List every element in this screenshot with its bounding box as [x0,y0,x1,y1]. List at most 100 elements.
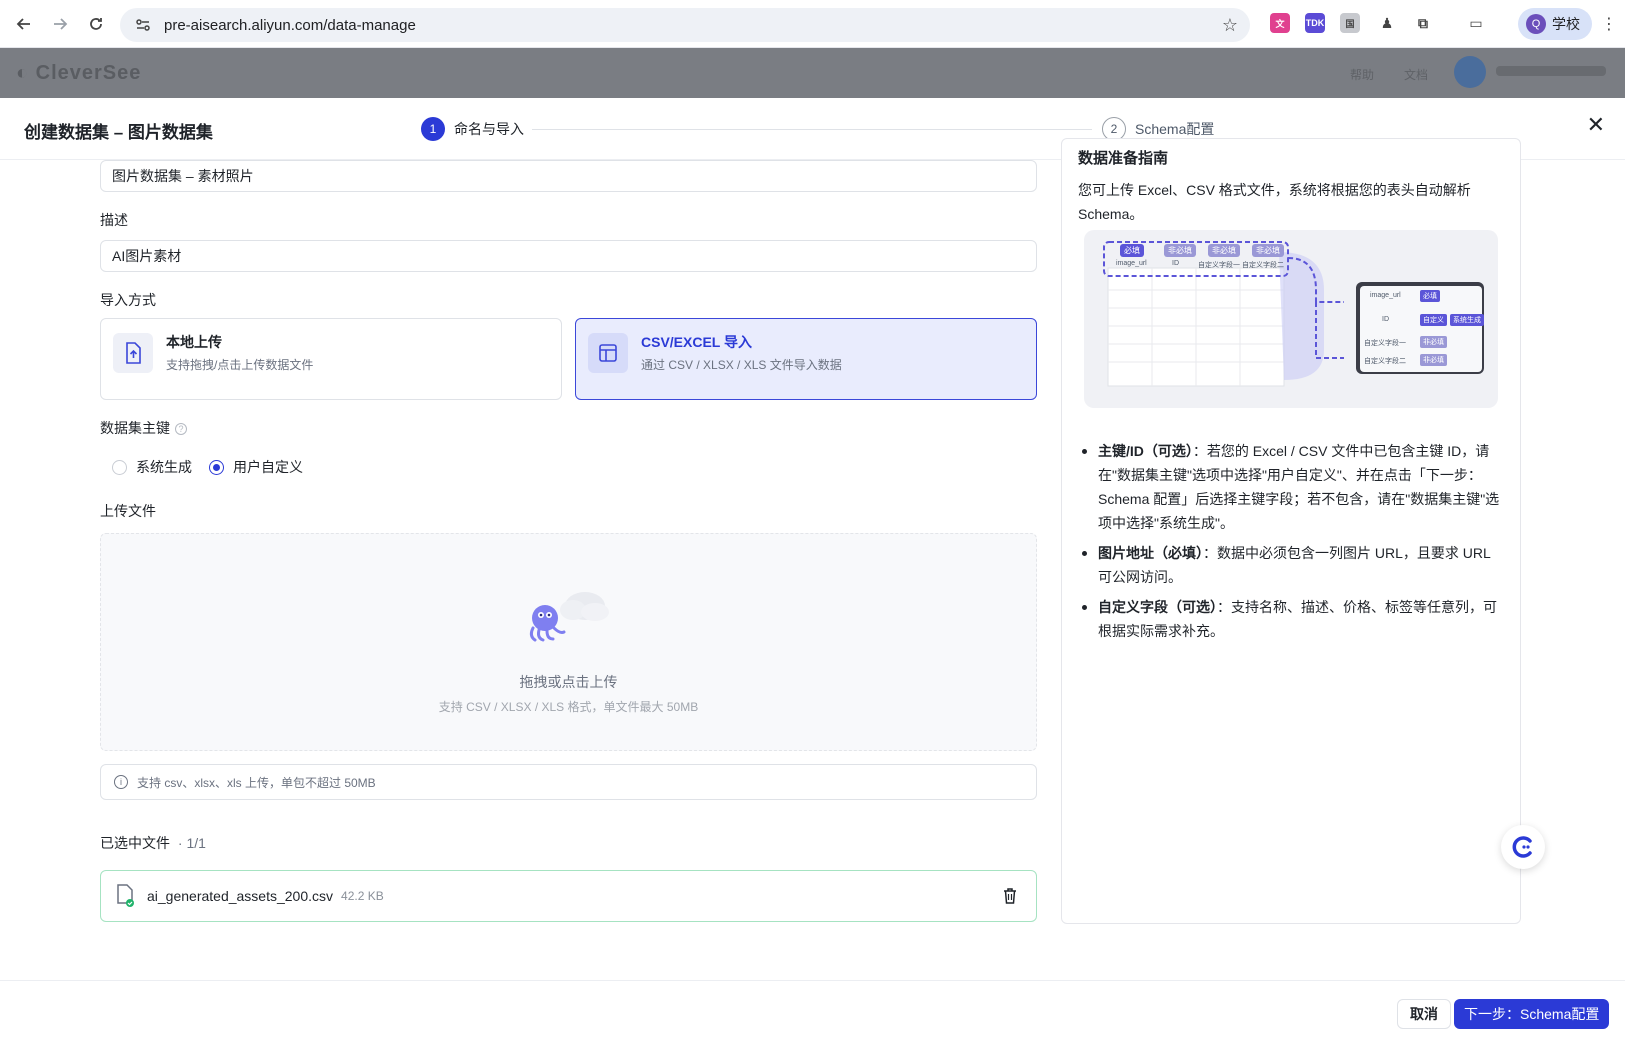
diagram-col-image-url: image_url [1116,260,1147,267]
reload-icon[interactable] [82,10,110,38]
diagram-col-custom-2: 自定义字段二 [1242,262,1284,269]
import-option-csv-title: CSV/EXCEL 导入 [641,334,752,350]
tab-search-icon[interactable]: ▭ [1466,13,1486,33]
next-step-button[interactable]: 下一步：Schema配置 [1454,999,1610,1029]
step-1: 1 命名与导入 [421,117,524,141]
radio-system-label: 系统生成 [136,459,192,475]
dropzone-main-text: 拖拽或点击上传 [519,674,618,690]
profile-chip[interactable]: Q 学校 [1518,8,1592,40]
selected-file-row: ai_generated_assets_200.csv 42.2 KB [100,870,1037,922]
import-option-local-desc: 支持拖拽/点击上传数据文件 [166,358,314,372]
selected-files-label: 已选中文件 · 1/1 [100,833,206,853]
app-user-name [1496,66,1606,76]
description-value: AI图片素材 [112,248,182,264]
radio-dot-system[interactable] [112,459,127,475]
import-option-csv-excel[interactable]: CSV/EXCEL 导入 通过 CSV / XLSX / XLS 文件导入数据 [575,318,1037,400]
diagram-tag-optional-2: 非必填 [1208,244,1240,257]
extensions-puzzle-icon[interactable]: ⧉ [1413,13,1433,33]
import-method-label: 导入方式 [100,292,156,308]
guide-item-1-title: 主键/ID（可选） [1098,443,1193,459]
diagram-right-tag-system: 系统生成 [1450,314,1484,326]
guide-list: 主键/ID（可选）：若您的 Excel / CSV 文件中已包含主键 ID，请在… [1078,439,1508,649]
reader-extension-icon[interactable]: 国 [1340,13,1360,33]
primary-key-label: 数据集主键? [100,418,187,438]
diagram-right-row-4: 自定义字段二 [1364,358,1406,365]
delete-file-icon[interactable] [1002,887,1018,905]
primary-key-label-text: 数据集主键 [100,420,170,436]
diagram-right-row-2: ID [1382,316,1389,323]
description-input[interactable]: AI图片素材 [100,240,1037,272]
create-dataset-modal: 创建数据集 – 图片数据集 1 命名与导入 2 Schema配置 ✕ 图片数据集… [0,98,1625,1042]
ai-assistant-icon[interactable] [1501,825,1545,869]
diagram-right-tag-3: 非必填 [1420,336,1447,348]
diagram-tag-required: 必填 [1120,244,1144,257]
translate-extension-icon[interactable]: 文 [1270,13,1290,33]
help-icon[interactable]: ? [175,423,187,436]
app-header-link-1: 帮助 [1350,68,1375,82]
diagram-right-row-1: image_url [1370,292,1401,299]
user-extension-icon[interactable]: ♟ [1377,13,1397,33]
guide-intro: 您可上传 Excel、CSV 格式文件，系统将根据您的表头自动解析 Schema… [1078,182,1471,222]
diagram-col-id: ID [1172,260,1179,267]
octopus-upload-illustration-icon [529,592,609,642]
browser-toolbar: pre-aisearch.aliyun.com/data-manage ☆ 文 … [0,0,1625,48]
diagram-right-row-3: 自定义字段一 [1364,340,1406,347]
upload-tip-text: 支持 csv、xlsx、xls 上传，单包不超过 50MB [137,775,376,790]
site-settings-icon[interactable] [134,16,152,34]
modal-footer: 取消 下一步：Schema配置 [0,980,1625,1042]
radio-dot-user[interactable] [209,459,224,475]
browser-menu-icon[interactable]: ⋮ [1601,14,1617,34]
guide-title: 数据准备指南 [1078,150,1169,167]
diagram-col-custom-1: 自定义字段一 [1198,262,1240,269]
file-success-icon [117,884,134,907]
table-icon [588,333,628,373]
radio-user-label: 用户自定义 [233,459,303,475]
import-option-local-upload[interactable]: 本地上传 支持拖拽/点击上传数据文件 [100,318,562,400]
dataset-name-value: 图片数据集 – 素材照片 [112,168,254,184]
dropzone-sub-text: 支持 CSV / XLSX / XLS 格式，单文件最大 50MB [438,700,699,714]
app-logo: ◐ CleverSee [16,62,142,84]
diagram-tag-optional-1: 非必填 [1164,244,1196,257]
radio-user-defined[interactable]: 用户自定义 [209,457,303,477]
upload-file-icon [113,333,153,373]
guide-item-image-url: 图片地址（必填）：数据中必须包含一列图片 URL，且要求 URL 可公网访问。 [1078,541,1508,589]
description-label: 描述 [100,212,128,228]
upload-tip: i 支持 csv、xlsx、xls 上传，单包不超过 50MB [100,764,1037,800]
address-bar[interactable]: pre-aisearch.aliyun.com/data-manage ☆ [120,8,1250,42]
data-preparation-guide: 数据准备指南 您可上传 Excel、CSV 格式文件，系统将根据您的表头自动解析… [1061,138,1521,924]
tdk-extension-icon[interactable]: TDK [1305,13,1325,33]
file-size: 42.2 KB [341,889,384,903]
guide-item-primary-key: 主键/ID（可选）：若您的 Excel / CSV 文件中已包含主键 ID，请在… [1078,439,1508,535]
import-option-local-title: 本地上传 [166,334,222,350]
guide-item-2-title: 图片地址（必填） [1098,545,1203,561]
profile-label: 学校 [1552,16,1580,32]
guide-item-custom-fields: 自定义字段（可选）：支持名称、描述、价格、标签等任意列，可根据实际需求补充。 [1078,595,1508,643]
cancel-button[interactable]: 取消 [1397,999,1451,1029]
close-icon[interactable]: ✕ [1587,112,1605,138]
upload-dropzone[interactable]: 拖拽或点击上传 支持 CSV / XLSX / XLS 格式，单文件最大 50M… [100,533,1037,751]
app-header-dimmed: ◐ CleverSee 帮助 文档 [0,48,1625,98]
diagram-right-tag-1: 必填 [1420,290,1440,302]
step-connector [532,129,1092,130]
radio-system-generated[interactable]: 系统生成 [112,457,192,477]
info-icon: i [114,775,128,789]
guide-item-3-title: 自定义字段（可选） [1098,599,1217,615]
step-1-number: 1 [421,117,445,141]
diagram-tag-optional-3: 非必填 [1252,244,1284,257]
diagram-right-tag-4: 非必填 [1420,354,1447,366]
file-name: ai_generated_assets_200.csv [147,888,334,904]
app-user-avatar [1454,56,1486,88]
dataset-name-input[interactable]: 图片数据集 – 素材照片 [100,160,1037,192]
upload-file-label: 上传文件 [100,503,156,519]
selected-files-count: · 1/1 [177,835,206,851]
diagram-right-tag-2: 自定义 [1420,314,1447,326]
schema-diagram: 必填 非必填 非必填 非必填 image_url ID 自定义字段一 自定义字段… [1084,230,1498,408]
back-icon[interactable] [10,10,38,38]
url-text: pre-aisearch.aliyun.com/data-manage [164,16,416,34]
forward-icon[interactable] [46,10,74,38]
bookmark-star-icon[interactable]: ☆ [1222,15,1238,36]
step-2-label: Schema配置 [1135,121,1215,137]
step-1-label: 命名与导入 [454,121,524,137]
profile-avatar: Q [1526,14,1546,34]
import-option-csv-desc: 通过 CSV / XLSX / XLS 文件导入数据 [641,358,842,372]
